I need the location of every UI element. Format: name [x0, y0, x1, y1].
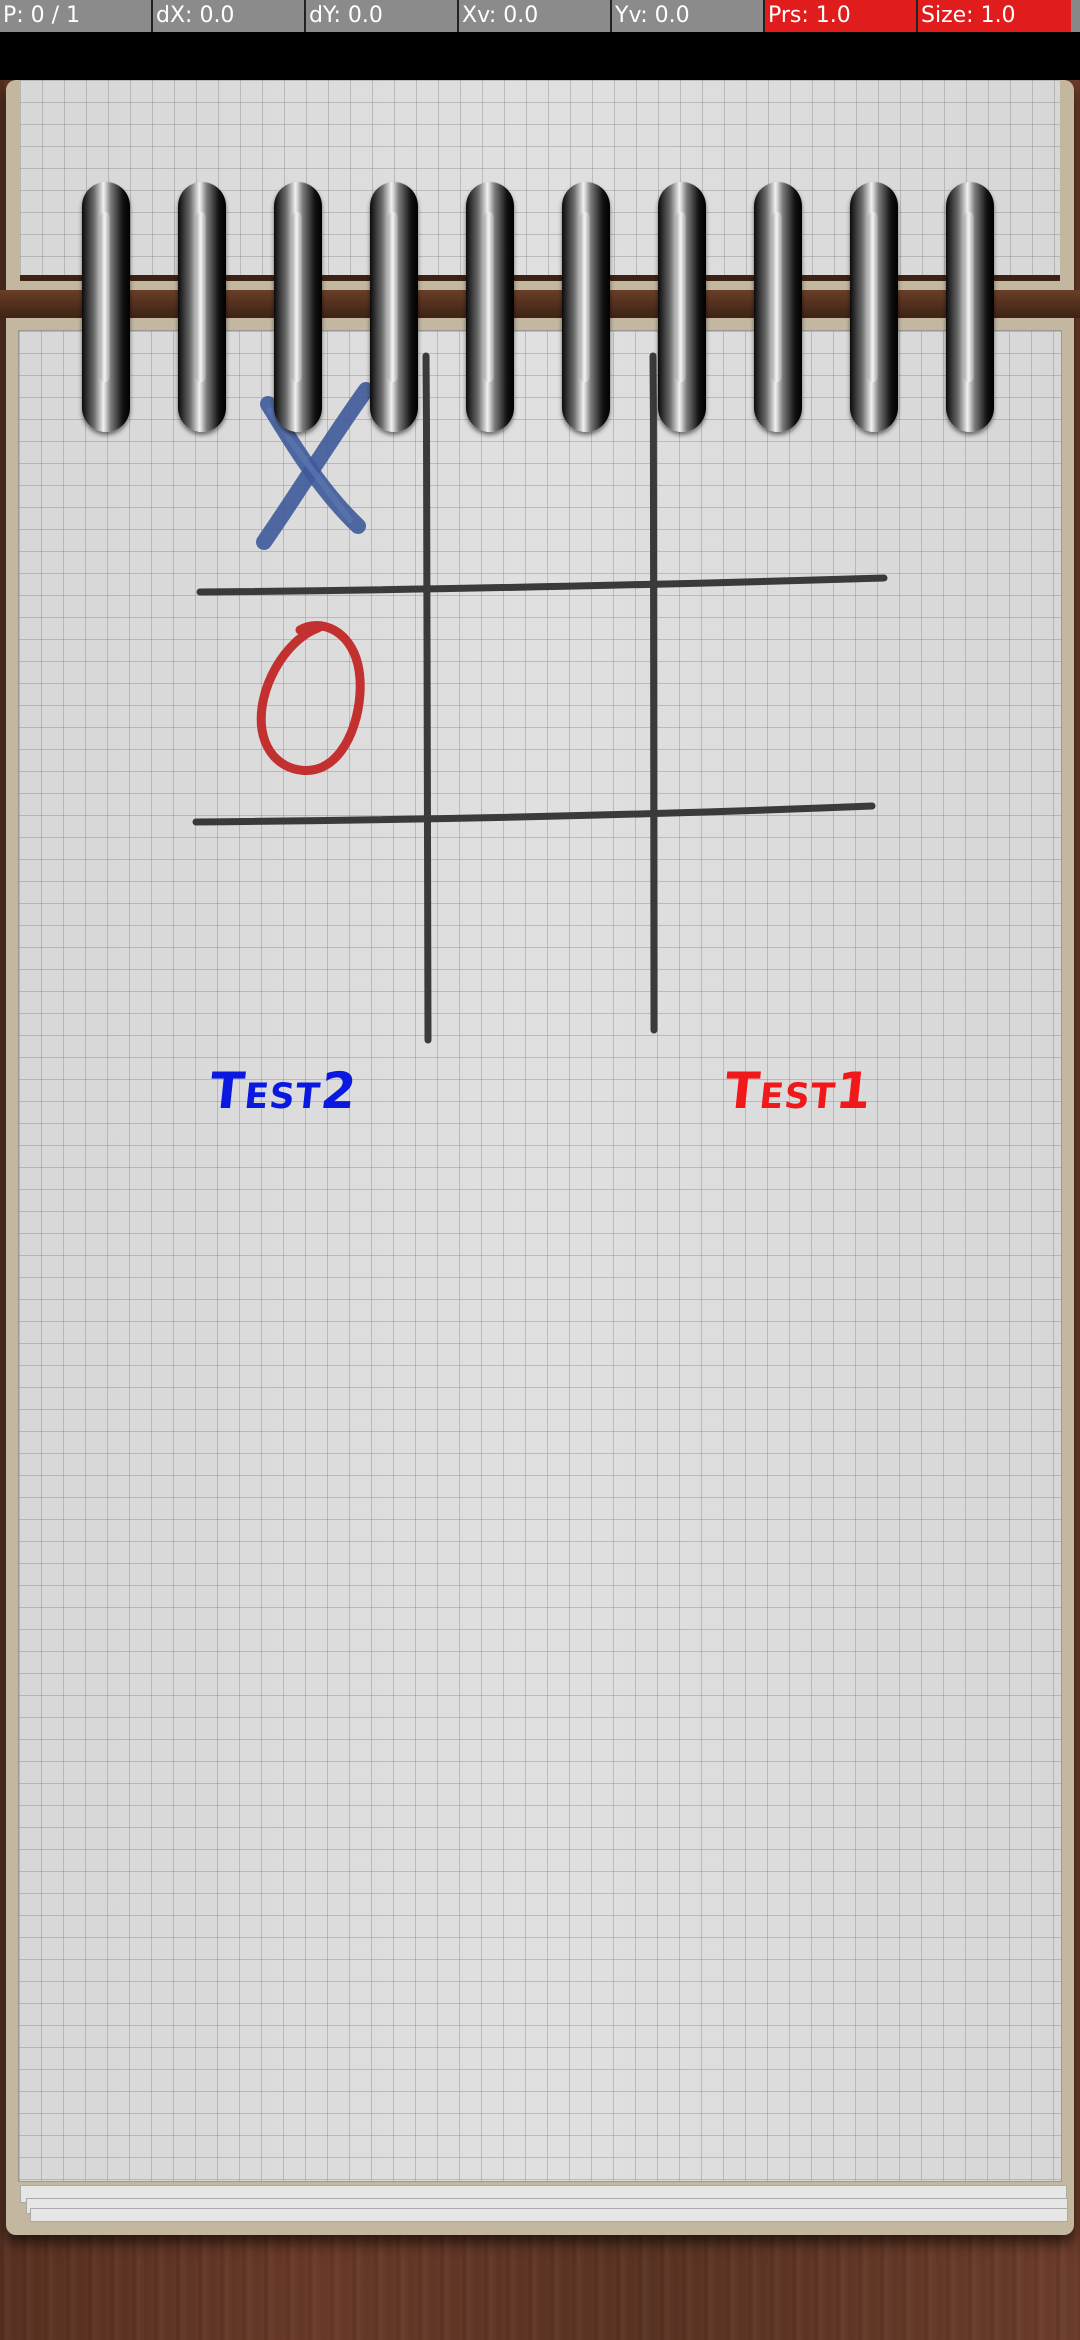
cell-middle-left-o — [256, 621, 365, 775]
grid-line-horizontal-bottom — [192, 802, 876, 826]
spiral-ring — [946, 182, 994, 432]
grid-line-vertical-right — [649, 352, 658, 1034]
spiral-ring — [850, 182, 898, 432]
spiral-ring — [274, 182, 322, 432]
player-left-name: Test2 — [206, 1062, 360, 1120]
spiral-ring — [370, 182, 418, 432]
spiral-ring — [466, 182, 514, 432]
spiral-ring — [658, 182, 706, 432]
grid-line-horizontal-top — [196, 574, 888, 596]
grid-line-vertical-left — [422, 352, 432, 1044]
player-right-name: Test1 — [721, 1062, 875, 1120]
spiral-ring — [562, 182, 610, 432]
spiral-ring — [754, 182, 802, 432]
spiral-ring — [178, 182, 226, 432]
spiral-ring — [82, 182, 130, 432]
tic-tac-toe-board[interactable] — [0, 0, 1080, 2340]
